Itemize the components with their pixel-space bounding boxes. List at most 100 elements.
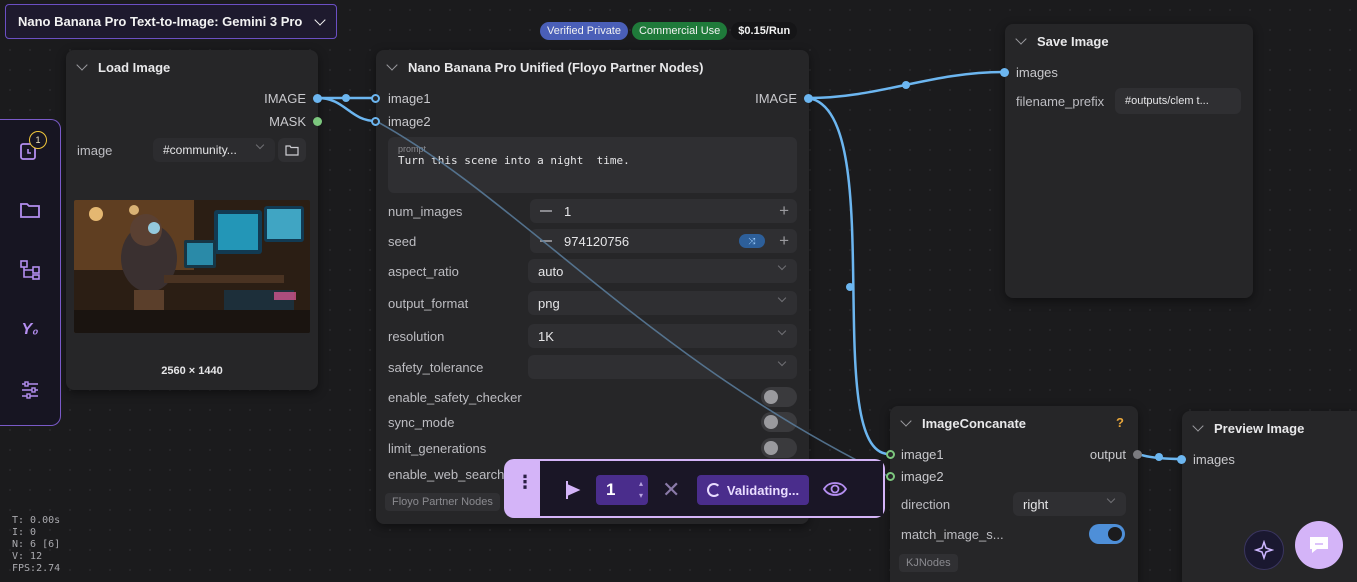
node-header[interactable]: Preview Image	[1182, 411, 1357, 445]
node-title: Save Image	[1037, 33, 1109, 49]
nodes-icon[interactable]	[17, 257, 43, 283]
commercial-use-badge: Commercial Use	[631, 22, 728, 40]
collapse-icon[interactable]	[386, 59, 398, 71]
collapse-icon[interactable]	[900, 415, 912, 427]
batch-count-input[interactable]: 1 ▴ ▾	[596, 475, 648, 505]
render-stats: T: 0.00s I: 0 N: 6 [6] V: 12 FPS:2.74	[12, 515, 60, 575]
input-socket-images[interactable]	[1000, 68, 1009, 77]
enable-safety-checker-label: enable_safety_checker	[388, 390, 522, 405]
chevron-down-icon	[777, 326, 787, 336]
output-socket-output[interactable]	[1133, 450, 1142, 459]
run-toolbar: ⋮⋮ 1 ▴ ▾ ✕ Validating...	[504, 459, 885, 518]
output-label-output: output	[1089, 447, 1126, 462]
input-socket-images[interactable]	[1177, 455, 1186, 464]
safety-tolerance-select[interactable]	[528, 355, 797, 379]
input-socket-image1[interactable]	[371, 94, 380, 103]
chevron-down-icon	[777, 293, 787, 303]
spinner-icon	[706, 483, 721, 497]
match-image-size-toggle[interactable]	[1089, 524, 1125, 544]
collapse-icon[interactable]	[1192, 420, 1204, 432]
chevron-down-icon	[1106, 494, 1116, 504]
workflow-select[interactable]: Nano Banana Pro Text-to-Image: Gemini 3 …	[5, 4, 337, 39]
enable-web-search-label: enable_web_search	[388, 467, 505, 482]
collapse-icon[interactable]	[76, 59, 88, 71]
ai-assistant-button[interactable]	[1244, 530, 1284, 570]
input-socket-image2[interactable]	[371, 117, 380, 126]
stat-vertices: V: 12	[12, 551, 43, 562]
queue-status-button[interactable]: Validating...	[697, 475, 809, 505]
workflow-badges: Verified Private Commercial Use $0.15/Ru…	[540, 22, 798, 40]
preview-eye-icon[interactable]	[822, 479, 848, 502]
resolution-select[interactable]: 1K	[528, 324, 797, 348]
sidebar: 1 Y₀	[0, 119, 61, 426]
limit-generations-label: limit_generations	[388, 441, 487, 456]
output-label-image: IMAGE	[264, 91, 306, 106]
chat-button[interactable]	[1295, 521, 1343, 569]
model-library-icon[interactable]: Y₀	[17, 317, 43, 343]
wire-load-to-image2	[317, 96, 377, 123]
run-play-icon[interactable]	[564, 479, 582, 504]
node-title: ImageConcanate	[922, 415, 1027, 431]
output-format-select[interactable]: png	[528, 291, 797, 315]
seed-stepper[interactable]: 974120756 ⤨ +	[530, 229, 797, 253]
cancel-run-icon[interactable]: ✕	[662, 479, 680, 501]
limit-generations-toggle[interactable]	[761, 438, 797, 458]
chevron-down-icon	[314, 13, 326, 26]
node-header[interactable]: Nano Banana Pro Unified (Floyo Partner N…	[376, 50, 809, 84]
output-socket-mask[interactable]	[313, 117, 322, 126]
preview-thumbnail	[74, 200, 310, 333]
match-image-size-label: match_image_s...	[901, 527, 1004, 542]
node-source-tag: KJNodes	[899, 554, 958, 572]
filename-prefix-input[interactable]: #outputs/clem t...	[1115, 88, 1241, 114]
image-concatenate-node[interactable]: ImageConcanate ? image1 image2 output di…	[890, 406, 1138, 582]
randomize-seed-icon[interactable]: ⤨	[739, 234, 765, 248]
direction-select[interactable]: right	[1013, 492, 1126, 516]
chevron-down-icon	[777, 261, 787, 271]
folder-search-icon	[285, 145, 299, 156]
input-label-image1: image1	[901, 447, 944, 462]
output-label-image: IMAGE	[755, 91, 797, 106]
collapse-icon[interactable]	[1015, 33, 1027, 45]
decrement-icon[interactable]	[540, 210, 552, 212]
wire-nano-to-save	[807, 70, 1005, 100]
node-header[interactable]: Save Image	[1005, 24, 1253, 58]
sparkle-icon	[1254, 540, 1274, 560]
decrement-icon[interactable]	[540, 240, 552, 242]
node-header[interactable]: ImageConcanate	[890, 406, 1138, 440]
run-controls: 1 ▴ ▾ ✕ Validating...	[540, 461, 883, 516]
increment-icon[interactable]: +	[779, 202, 789, 219]
enable-safety-checker-toggle[interactable]	[761, 387, 797, 407]
input-socket-image2[interactable]	[886, 472, 895, 481]
settings-sliders-icon[interactable]	[17, 377, 43, 403]
resolution-label: resolution	[388, 329, 445, 344]
browse-folder-button[interactable]	[278, 138, 306, 162]
help-icon[interactable]: ?	[1116, 415, 1124, 430]
node-header[interactable]: Load Image	[66, 50, 318, 84]
queue-count-badge: 1	[29, 131, 47, 149]
node-title: Preview Image	[1214, 420, 1305, 436]
num-images-stepper[interactable]: 1 +	[530, 199, 797, 223]
increment-icon[interactable]: +	[779, 232, 789, 249]
image-dimensions: 2560 × 1440	[161, 365, 223, 377]
output-label-mask: MASK	[269, 114, 306, 129]
image-select[interactable]: #community...	[153, 138, 275, 162]
prompt-text: Turn this scene into a night time.	[398, 154, 630, 167]
aspect-ratio-label: aspect_ratio	[388, 264, 459, 279]
stat-time: T: 0.00s	[12, 515, 61, 526]
folder-icon[interactable]	[17, 197, 43, 223]
load-image-node[interactable]: Load Image IMAGE MASK image #community..…	[66, 50, 318, 390]
save-image-node[interactable]: Save Image images filename_prefix #outpu…	[1005, 24, 1253, 298]
aspect-ratio-select[interactable]: auto	[528, 259, 797, 283]
node-title: Nano Banana Pro Unified (Floyo Partner N…	[408, 59, 704, 75]
output-socket-image[interactable]	[313, 94, 322, 103]
sync-mode-toggle[interactable]	[761, 412, 797, 432]
input-socket-image1[interactable]	[886, 450, 895, 459]
stepper-arrows-icon[interactable]: ▴ ▾	[639, 478, 643, 502]
nano-banana-node[interactable]: Nano Banana Pro Unified (Floyo Partner N…	[376, 50, 809, 524]
input-label-image2: image2	[901, 469, 944, 484]
scene-image	[74, 200, 310, 333]
prompt-textarea[interactable]: prompt Turn this scene into a night time…	[388, 137, 797, 193]
output-socket-image[interactable]	[804, 94, 813, 103]
input-label-images: images	[1193, 452, 1235, 467]
queue-icon[interactable]: 1	[17, 131, 47, 163]
